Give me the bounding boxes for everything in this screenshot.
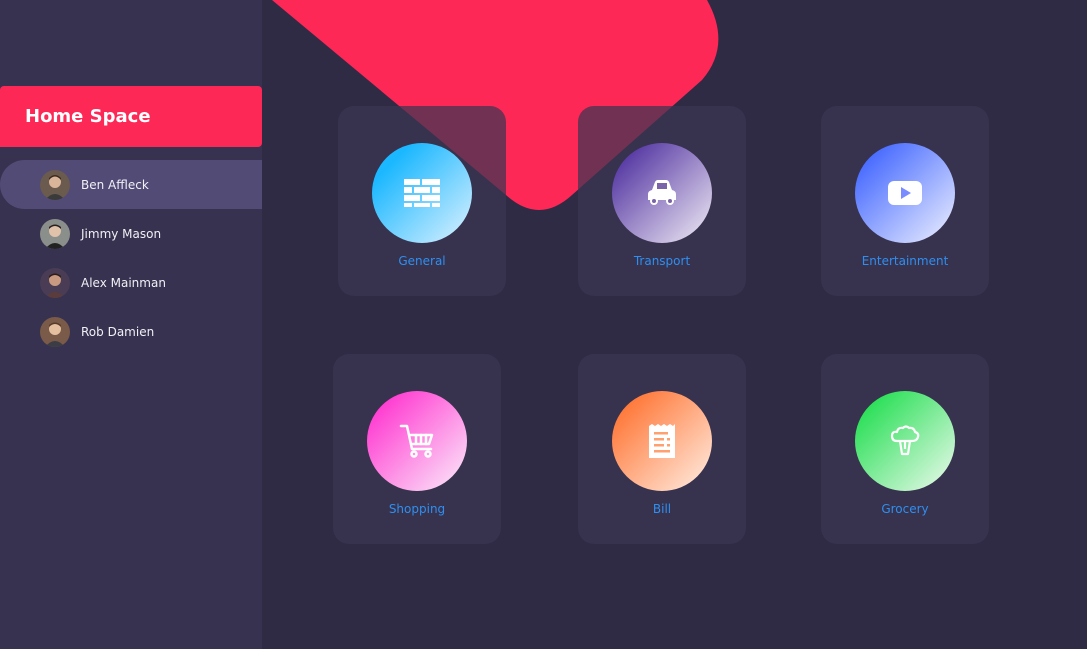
category-circle (612, 391, 712, 491)
user-item-jimmy-mason[interactable]: Jimmy Mason (0, 209, 262, 258)
broccoli-icon (890, 425, 920, 456)
user-name: Ben Affleck (81, 177, 149, 192)
user-item-ben-affleck[interactable]: Ben Affleck (0, 160, 262, 209)
user-item-rob-damien[interactable]: Rob Damien (0, 307, 262, 356)
category-tile-bill[interactable]: Bill (578, 354, 746, 544)
home-space-header[interactable]: Home Space (0, 86, 262, 147)
category-circle (612, 143, 712, 243)
decorative-blob (272, 0, 719, 210)
category-tile-shopping[interactable]: Shopping (333, 354, 501, 544)
user-list: Ben Affleck Jimmy Mason Alex Mainman Rob… (0, 160, 262, 356)
user-name: Jimmy Mason (81, 226, 162, 241)
category-tile-grocery[interactable]: Grocery (821, 354, 989, 544)
main-panel: General Transport Entertainment Shopping… (262, 0, 1087, 649)
category-tile-general[interactable]: General (338, 106, 506, 296)
category-tile-transport[interactable]: Transport (578, 106, 746, 296)
car-icon (648, 180, 676, 205)
category-tile-entertainment[interactable]: Entertainment (821, 106, 989, 296)
avatar (40, 169, 70, 200)
user-item-alex-mainman[interactable]: Alex Mainman (0, 258, 262, 307)
receipt-icon (649, 424, 675, 458)
category-label: General (398, 254, 446, 268)
category-label: Transport (633, 254, 691, 268)
video-play-icon (888, 181, 922, 205)
brick-wall-icon (404, 179, 440, 207)
category-circle (372, 143, 472, 243)
user-name: Alex Mainman (81, 275, 166, 290)
category-label: Entertainment (861, 254, 949, 268)
avatar (40, 316, 70, 347)
user-name: Rob Damien (81, 324, 155, 339)
category-label: Grocery (881, 502, 929, 516)
avatar (40, 267, 70, 298)
category-circle (855, 143, 955, 243)
sidebar: Home Space Ben Affleck Jimmy Mason Alex … (0, 0, 262, 649)
shopping-cart-icon (399, 424, 434, 458)
category-circle (855, 391, 955, 491)
category-label: Shopping (388, 502, 446, 516)
category-circle (367, 391, 467, 491)
home-space-title: Home Space (25, 106, 151, 127)
avatar (40, 218, 70, 249)
category-label: Bill (652, 502, 672, 516)
